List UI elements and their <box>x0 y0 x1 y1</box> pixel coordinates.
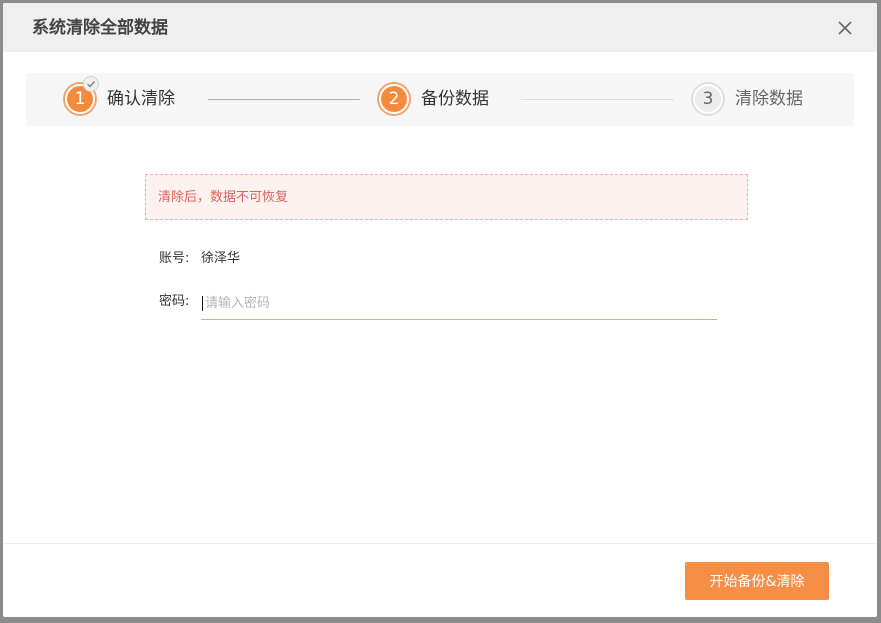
step-connector <box>208 99 360 100</box>
step-number: 3 <box>695 86 721 112</box>
password-label: 密码: <box>159 294 190 309</box>
steps-progress: 1 确认清除 2 备份数据 3 清除数据 <box>26 73 854 126</box>
text-caret <box>202 296 203 311</box>
warning-alert: 清除后，数据不可恢复 <box>145 174 748 220</box>
step-label: 清除数据 <box>735 89 803 109</box>
step-connector <box>521 99 674 100</box>
close-button[interactable] <box>835 18 855 38</box>
dialog-title: 系统清除全部数据 <box>32 18 168 38</box>
account-label: 账号: <box>159 251 190 266</box>
step-number-circle: 3 <box>691 82 725 116</box>
check-icon <box>83 76 99 92</box>
footer-divider <box>3 543 877 544</box>
step-number-circle: 2 <box>377 82 411 116</box>
alert-message: 清除后，数据不可恢复 <box>158 190 289 205</box>
start-backup-clear-button[interactable]: 开始备份&清除 <box>685 562 829 600</box>
clear-data-dialog: 系统清除全部数据 1 确认清除 2 备份数据 3 清除数据 清除后，数据不可恢复… <box>3 3 877 617</box>
password-field-wrapper <box>201 289 717 320</box>
password-input[interactable] <box>201 289 717 317</box>
close-icon <box>838 21 852 35</box>
dialog-header: 系统清除全部数据 <box>3 3 877 52</box>
account-value: 徐泽华 <box>201 251 241 266</box>
step-number: 2 <box>381 86 407 112</box>
step-label: 备份数据 <box>421 89 489 109</box>
step-label: 确认清除 <box>107 89 175 109</box>
